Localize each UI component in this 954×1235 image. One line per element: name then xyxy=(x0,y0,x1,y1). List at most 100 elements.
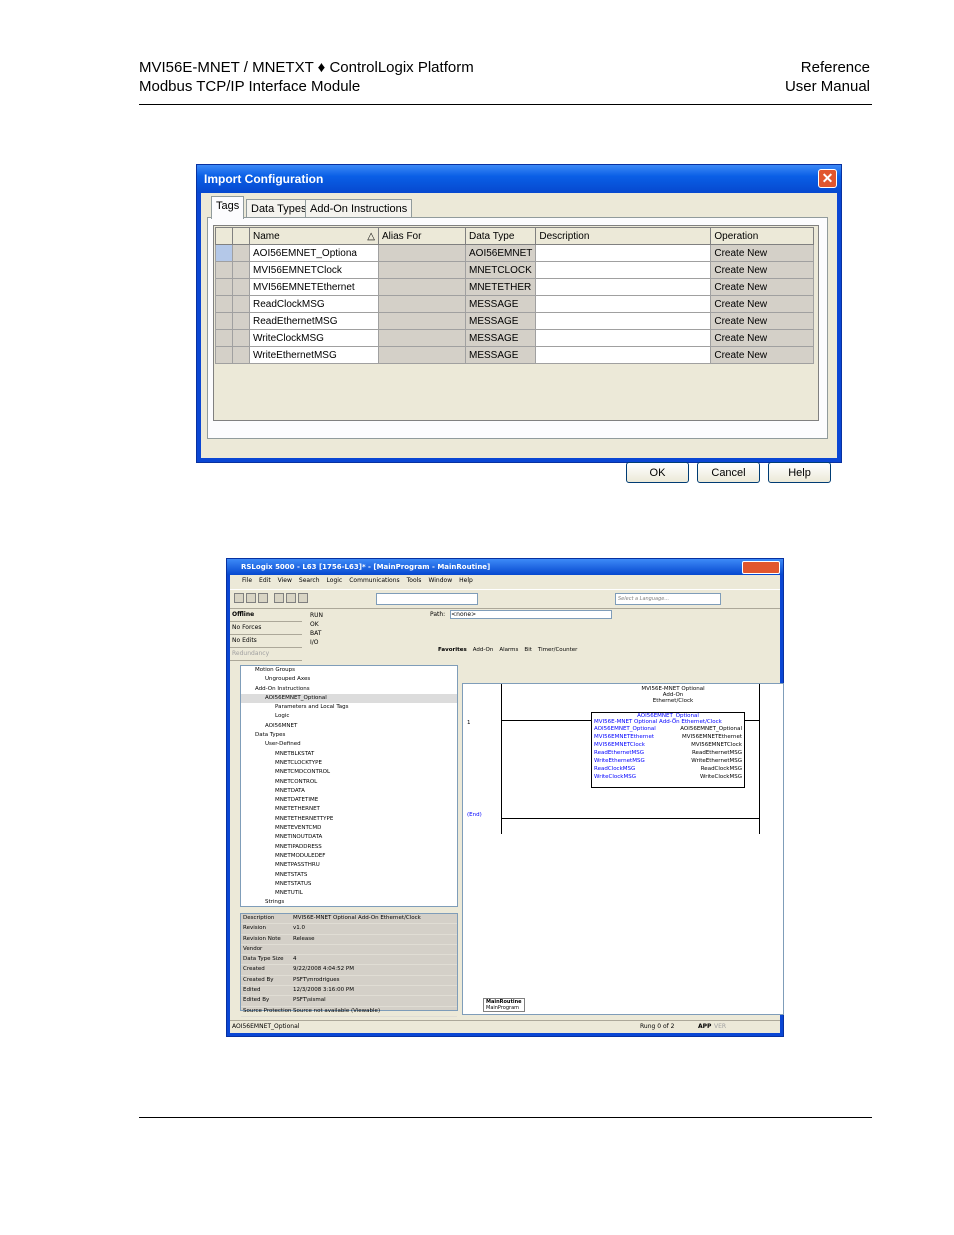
window-controls[interactable] xyxy=(742,561,780,574)
rslogix-title-bar[interactable]: RSLogix 5000 - L63 [1756-L63]* - [MainPr… xyxy=(227,559,783,575)
table-row[interactable]: ReadClockMSG MESSAGE Create New xyxy=(215,295,815,313)
aoi-param-tag[interactable]: WriteEthernetMSG xyxy=(691,757,742,765)
tree-item[interactable]: Logic xyxy=(241,712,457,721)
instruction-tab[interactable]: Timer/Counter xyxy=(538,647,578,653)
save-icon[interactable] xyxy=(258,593,268,603)
alias-cell[interactable] xyxy=(378,312,466,330)
tag-name-cell[interactable]: ReadEthernetMSG xyxy=(249,312,379,330)
tag-name-cell[interactable]: WriteClockMSG xyxy=(249,329,379,347)
tag-name-cell[interactable]: MVI56EMNETEthernet xyxy=(249,278,379,296)
aoi-param-tag[interactable]: ReadClockMSG xyxy=(701,765,742,773)
menu-item[interactable]: Window xyxy=(428,577,452,584)
tree-item[interactable]: MNETDATETIME xyxy=(241,796,457,805)
operation-cell[interactable]: Create New xyxy=(710,261,815,279)
language-select[interactable]: Select a Language... xyxy=(615,593,721,605)
tree-item[interactable]: MNETBLKSTAT xyxy=(241,750,457,759)
tree-item[interactable]: MNETUTIL xyxy=(241,889,457,898)
tree-item[interactable]: MNETETHERNET xyxy=(241,805,457,814)
aoi-block[interactable]: AOI56EMNET_Optional MVI56E-MNET Optional… xyxy=(591,712,745,788)
tree-item[interactable]: MNETETHERNETTYPE xyxy=(241,815,457,824)
alias-cell[interactable] xyxy=(378,261,466,279)
description-cell[interactable] xyxy=(535,312,712,330)
instruction-tab[interactable]: Bit xyxy=(524,647,531,653)
col-data-type[interactable]: Data Type xyxy=(464,227,537,245)
tree-item[interactable]: MNETIPADDRESS xyxy=(241,843,457,852)
tree-item[interactable]: AOI56MNET xyxy=(241,722,457,731)
description-cell[interactable] xyxy=(535,244,712,262)
table-row[interactable]: AOI56EMNET_Optiona AOI56EMNET Create New xyxy=(215,244,815,262)
operation-cell[interactable]: Create New xyxy=(710,346,815,364)
menu-item[interactable]: Logic xyxy=(327,577,343,584)
menu-item[interactable]: Search xyxy=(299,577,320,584)
tree-item[interactable]: User-Defined xyxy=(241,740,457,749)
operation-cell[interactable]: Create New xyxy=(710,295,815,313)
status-offline[interactable]: Offline xyxy=(230,609,302,622)
tab-tags[interactable]: Tags xyxy=(211,196,245,219)
tag-name-cell[interactable]: MVI56EMNETClock xyxy=(249,261,379,279)
cut-icon[interactable] xyxy=(274,593,284,603)
description-cell[interactable] xyxy=(535,329,712,347)
tree-item[interactable]: MNETEVENTCMD xyxy=(241,824,457,833)
description-cell[interactable] xyxy=(535,278,712,296)
close-icon[interactable]: ✕ xyxy=(818,169,837,188)
copy-icon[interactable] xyxy=(286,593,296,603)
operation-cell[interactable]: Create New xyxy=(710,244,815,262)
table-row[interactable]: ReadEthernetMSG MESSAGE Create New xyxy=(215,312,815,330)
tree-item[interactable]: Data Types xyxy=(241,731,457,740)
instruction-tab[interactable]: Favorites xyxy=(438,647,467,653)
tree-item[interactable]: MNETCONTROL xyxy=(241,778,457,787)
menu-item[interactable]: View xyxy=(278,577,292,584)
aoi-param-tag[interactable]: WriteClockMSG xyxy=(700,773,742,781)
ok-button[interactable]: OK xyxy=(626,462,689,483)
alias-cell[interactable] xyxy=(378,244,466,262)
tag-name-cell[interactable]: ReadClockMSG xyxy=(249,295,379,313)
table-row[interactable]: MVI56EMNETEthernet MNETETHER Create New xyxy=(215,278,815,296)
tree-item[interactable]: MNETCMDCONTROL xyxy=(241,768,457,777)
description-cell[interactable] xyxy=(535,261,712,279)
tab-data-types[interactable]: Data Types xyxy=(246,199,312,218)
alias-cell[interactable] xyxy=(378,278,466,296)
table-row[interactable]: MVI56EMNETClock MNETCLOCK Create New xyxy=(215,261,815,279)
tree-item[interactable]: Parameters and Local Tags xyxy=(241,703,457,712)
tree-item[interactable]: MNETCLOCKTYPE xyxy=(241,759,457,768)
menu-item[interactable]: Edit xyxy=(259,577,271,584)
tree-item[interactable]: Ungrouped Axes xyxy=(241,675,457,684)
open-icon[interactable] xyxy=(246,593,256,603)
tag-name-cell[interactable]: WriteEthernetMSG xyxy=(249,346,379,364)
col-description[interactable]: Description xyxy=(535,227,712,245)
operation-cell[interactable]: Create New xyxy=(710,329,815,347)
tree-item[interactable]: MNETDATA xyxy=(241,787,457,796)
tag-name-cell[interactable]: AOI56EMNET_Optiona xyxy=(249,244,379,262)
dialog-title-bar[interactable]: Import Configuration ✕ xyxy=(197,165,841,193)
paste-icon[interactable] xyxy=(298,593,308,603)
menu-item[interactable]: Help xyxy=(459,577,473,584)
table-row[interactable]: WriteClockMSG MESSAGE Create New xyxy=(215,329,815,347)
tree-item[interactable]: Strings xyxy=(241,898,457,906)
table-row[interactable]: WriteEthernetMSG MESSAGE Create New xyxy=(215,346,815,364)
path-combo[interactable]: <none> xyxy=(450,610,613,619)
alias-cell[interactable] xyxy=(378,329,466,347)
cancel-button[interactable]: Cancel xyxy=(697,462,760,483)
alias-cell[interactable] xyxy=(378,346,466,364)
tree-item[interactable]: MNETINOUTDATA xyxy=(241,833,457,842)
aoi-param-tag[interactable]: MVI56EMNETClock xyxy=(691,741,742,749)
description-cell[interactable] xyxy=(535,346,712,364)
aoi-param-tag[interactable]: MVI56EMNETEthernet xyxy=(682,733,742,741)
description-cell[interactable] xyxy=(535,295,712,313)
aoi-param-tag[interactable]: AOI56EMNET_Optional xyxy=(680,725,742,733)
tree-item[interactable]: Add-On Instructions xyxy=(241,685,457,694)
tree-item[interactable]: MNETSTATS xyxy=(241,871,457,880)
tree-item[interactable]: MNETMODULEDEF xyxy=(241,852,457,861)
operation-cell[interactable]: Create New xyxy=(710,278,815,296)
menu-item[interactable]: Tools xyxy=(407,577,422,584)
menu-item[interactable]: Communications xyxy=(349,577,399,584)
new-icon[interactable] xyxy=(234,593,244,603)
tree-item[interactable]: AOI56EMNET_Optional xyxy=(241,693,457,704)
menu-item[interactable]: File xyxy=(242,577,252,584)
col-operation[interactable]: Operation xyxy=(710,227,815,245)
tab-add-on-instructions[interactable]: Add-On Instructions xyxy=(305,199,413,218)
sheet-tab-main-routine[interactable]: MainRoutine MainProgram xyxy=(483,998,525,1012)
instruction-tab[interactable]: Add-On xyxy=(473,647,494,653)
help-button[interactable]: Help xyxy=(768,462,831,483)
alias-cell[interactable] xyxy=(378,295,466,313)
